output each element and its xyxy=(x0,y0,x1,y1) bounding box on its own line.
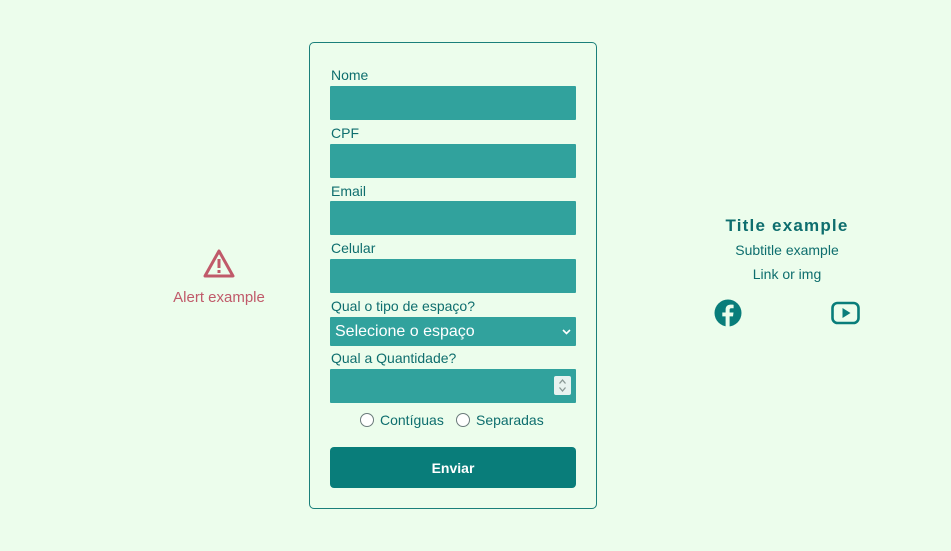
name-input[interactable] xyxy=(330,86,576,120)
stepper-down-icon[interactable] xyxy=(558,386,567,393)
space-type-selected: Selecione o espaço xyxy=(335,323,475,340)
radio-contiguas-label: Contíguas xyxy=(380,412,444,428)
quantity-label: Qual a Quantidade? xyxy=(331,350,457,366)
quantity-stepper[interactable] xyxy=(554,376,571,395)
phone-label: Celular xyxy=(331,240,376,256)
stepper-up-icon[interactable] xyxy=(558,378,567,385)
alert-block: Alert example xyxy=(160,249,278,306)
space-type-label: Qual o tipo de espaço? xyxy=(331,298,475,314)
cpf-input[interactable] xyxy=(330,144,576,178)
info-title: Title example xyxy=(725,216,849,235)
youtube-icon[interactable] xyxy=(831,300,860,326)
submit-button[interactable]: Enviar xyxy=(330,447,576,488)
layout-radio-group: Contíguas Separadas xyxy=(310,411,596,431)
info-link[interactable]: Link or img xyxy=(700,266,874,282)
space-type-select[interactable]: Selecione o espaço xyxy=(330,317,576,346)
radio-contiguas-circle[interactable] xyxy=(360,413,374,427)
info-block: Title example Subtitle example Link or i… xyxy=(700,216,874,282)
chevron-down-icon xyxy=(562,329,571,335)
radio-separadas-circle[interactable] xyxy=(456,413,470,427)
radio-contiguas[interactable]: Contíguas xyxy=(360,412,444,428)
radio-separadas[interactable]: Separadas xyxy=(456,412,544,428)
registration-form: Nome CPF Email Celular Qual o tipo de es… xyxy=(309,42,597,509)
email-label: Email xyxy=(331,183,367,199)
cpf-label: CPF xyxy=(331,125,359,141)
phone-input[interactable] xyxy=(330,259,576,293)
info-subtitle: Subtitle example xyxy=(735,242,839,258)
radio-separadas-label: Separadas xyxy=(476,412,544,428)
facebook-icon[interactable] xyxy=(714,299,742,327)
name-label: Nome xyxy=(331,67,369,83)
warning-triangle-icon xyxy=(203,249,235,278)
email-input[interactable] xyxy=(330,201,576,235)
alert-text: Alert example xyxy=(173,289,265,306)
quantity-input[interactable] xyxy=(330,369,576,403)
